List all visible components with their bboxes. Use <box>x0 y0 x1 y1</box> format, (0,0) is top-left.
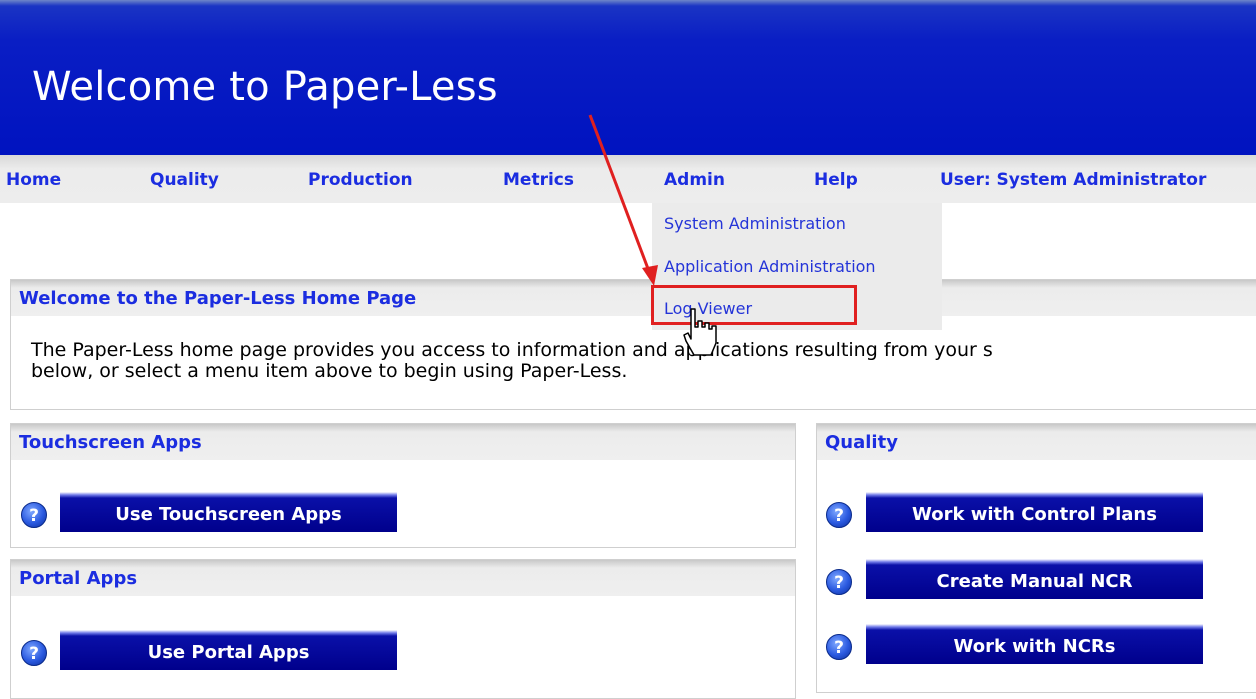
menu-item-system-administration[interactable]: System Administration <box>664 214 846 233</box>
nav-production[interactable]: Production <box>308 170 413 190</box>
welcome-panel-header: Welcome to the Paper-Less Home Page <box>11 280 1256 316</box>
work-with-ncrs-button[interactable]: Work with NCRs <box>866 624 1203 664</box>
menu-item-application-administration[interactable]: Application Administration <box>664 257 876 276</box>
portal-panel-header: Portal Apps <box>11 560 795 596</box>
help-icon[interactable]: ? <box>826 634 852 660</box>
create-manual-ncr-button[interactable]: Create Manual NCR <box>866 559 1203 599</box>
welcome-text-line-1: The Paper-Less home page provides you ac… <box>31 339 993 361</box>
nav-help[interactable]: Help <box>814 170 858 190</box>
quality-panel-header: Quality <box>817 424 1256 460</box>
nav-quality[interactable]: Quality <box>150 170 219 190</box>
portal-apps-panel: Portal Apps <box>10 559 796 699</box>
page-title: Welcome to Paper-Less <box>32 64 498 110</box>
touchscreen-panel-title: Touchscreen Apps <box>19 432 202 453</box>
touchscreen-panel-header: Touchscreen Apps <box>11 424 795 460</box>
welcome-text-line-2: below, or select a menu item above to be… <box>31 360 628 382</box>
nav-admin[interactable]: Admin <box>664 170 725 190</box>
log-viewer-highlight-box <box>651 285 857 325</box>
use-touchscreen-apps-button[interactable]: Use Touchscreen Apps <box>60 492 397 532</box>
help-icon[interactable]: ? <box>21 640 47 666</box>
help-icon[interactable]: ? <box>826 569 852 595</box>
welcome-panel-title: Welcome to the Paper-Less Home Page <box>19 288 417 309</box>
welcome-description: The Paper-Less home page provides you ac… <box>31 340 1256 382</box>
portal-panel-title: Portal Apps <box>19 568 138 589</box>
nav-metrics[interactable]: Metrics <box>503 170 574 190</box>
quality-panel-title: Quality <box>825 432 898 453</box>
help-icon[interactable]: ? <box>826 502 852 528</box>
header-banner: Welcome to Paper-Less <box>0 0 1256 155</box>
nav-user[interactable]: User: System Administrator <box>940 170 1206 190</box>
welcome-panel: Welcome to the Paper-Less Home Page The … <box>10 279 1256 410</box>
work-with-control-plans-button[interactable]: Work with Control Plans <box>866 492 1203 532</box>
use-portal-apps-button[interactable]: Use Portal Apps <box>60 630 397 670</box>
nav-home[interactable]: Home <box>6 170 61 190</box>
help-icon[interactable]: ? <box>21 502 47 528</box>
